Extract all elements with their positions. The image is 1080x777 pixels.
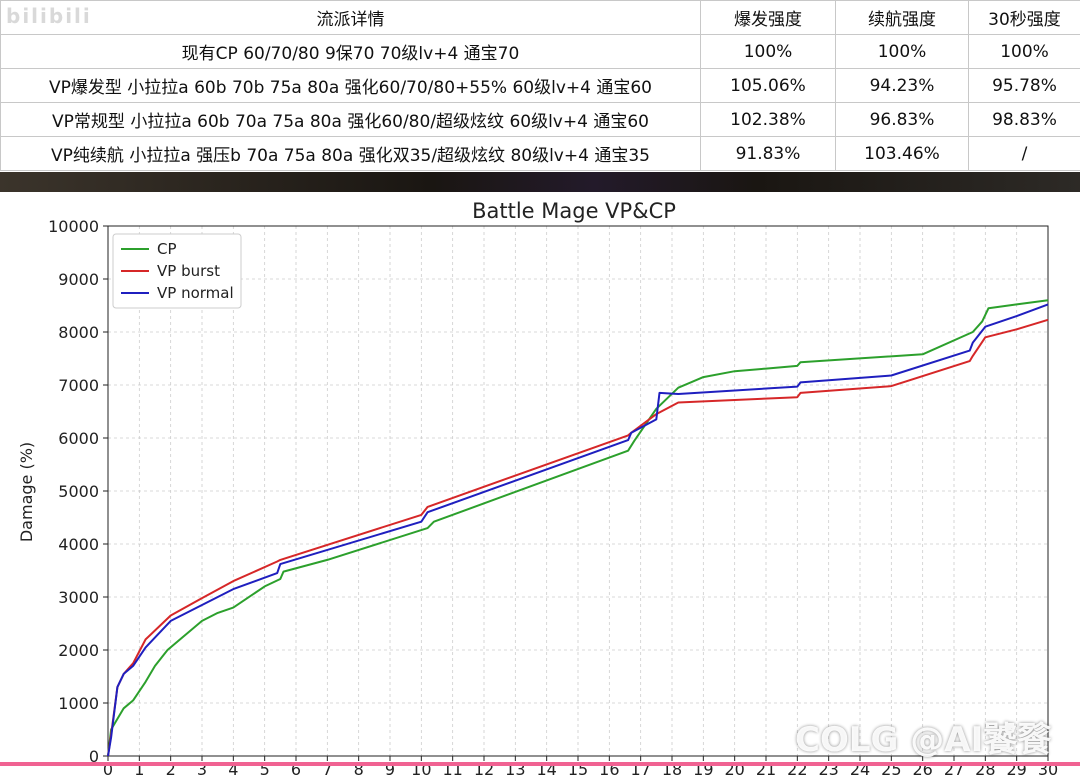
bilibili-watermark: bilibili [6,4,92,28]
y-tick-label: 1000 [58,694,99,713]
y-tick-label: 2000 [58,641,99,660]
table-row: VP纯续航 小拉拉a 强压b 70a 75a 80a 强化双35/超级炫纹 80… [0,136,1080,171]
table-cell: VP常规型 小拉拉a 60b 70a 75a 80a 强化60/80/超级炫纹 … [0,102,701,137]
table-row: VP常规型 小拉拉a 60b 70a 75a 80a 强化60/80/超级炫纹 … [0,102,1080,137]
comparison-table-panel: 流派详情 爆发强度 续航强度 30秒强度 现有CP 60/70/80 9保70 … [0,0,1080,172]
header-build-detail: 流派详情 [0,0,701,35]
grid-layer [107,225,1049,757]
table-cell: VP纯续航 小拉拉a 强压b 70a 75a 80a 强化双35/超级炫纹 80… [0,136,701,171]
table-cell: 100% [700,34,836,69]
header-30s-strength: 30秒强度 [968,0,1080,35]
chart-title: Battle Mage VP&CP [472,199,676,223]
legend: CP VP burst VP normal [112,233,242,309]
y-tick-label: 6000 [58,429,99,448]
y-tick-label: 4000 [58,535,99,554]
table-cell: 91.83% [700,136,836,171]
chart-panel: 0 1000 2000 3000 4000 5000 6000 7000 8000 9000 100… [0,192,1080,777]
table-cell: 103.46% [835,136,969,171]
table-cell: 现有CP 60/70/80 9保70 70级lv+4 通宝70 [0,34,701,69]
y-tick-label: 9000 [58,270,99,289]
table-cell: / [968,136,1080,171]
y-axis-label: Damage (%) [17,442,36,542]
table-cell: 100% [968,34,1080,69]
y-tick-label: 7000 [58,376,99,395]
header-sustain-strength: 续航强度 [835,0,969,35]
comparison-table: 流派详情 爆发强度 续航强度 30秒强度 现有CP 60/70/80 9保70 … [0,0,1080,171]
table-cell: 102.38% [700,102,836,137]
legend-label: VP normal [157,284,234,302]
table-cell: 105.06% [700,68,836,103]
legend-label: VP burst [157,262,220,280]
table-cell: 100% [835,34,969,69]
legend-label: CP [157,240,177,258]
table-cell: 96.83% [835,102,969,137]
header-burst-strength: 爆发强度 [700,0,836,35]
line-chart: 0100020003000400050006000700080009000100… [17,199,1058,777]
table-header-row: 流派详情 爆发强度 续航强度 30秒强度 [0,0,1080,35]
table-cell: 94.23% [835,68,969,103]
table-cell: 95.78% [968,68,1080,103]
accent-progress-bar [0,762,1080,766]
game-background-strip [0,172,1080,194]
table-cell: 98.83% [968,102,1080,137]
table-row: VP爆发型 小拉拉a 60b 70b 75a 80a 强化60/70/80+55… [0,68,1080,103]
y-tick-label: 8000 [58,323,99,342]
colg-watermark: COLG @AI饕餮 [795,720,1052,760]
y-tick-label: 3000 [58,588,99,607]
y-tick-label: 5000 [58,482,99,501]
table-row: 现有CP 60/70/80 9保70 70级lv+4 通宝70 100% 100… [0,34,1080,69]
table-cell: VP爆发型 小拉拉a 60b 70b 75a 80a 强化60/70/80+55… [0,68,701,103]
y-tick-label: 10000 [48,217,99,236]
